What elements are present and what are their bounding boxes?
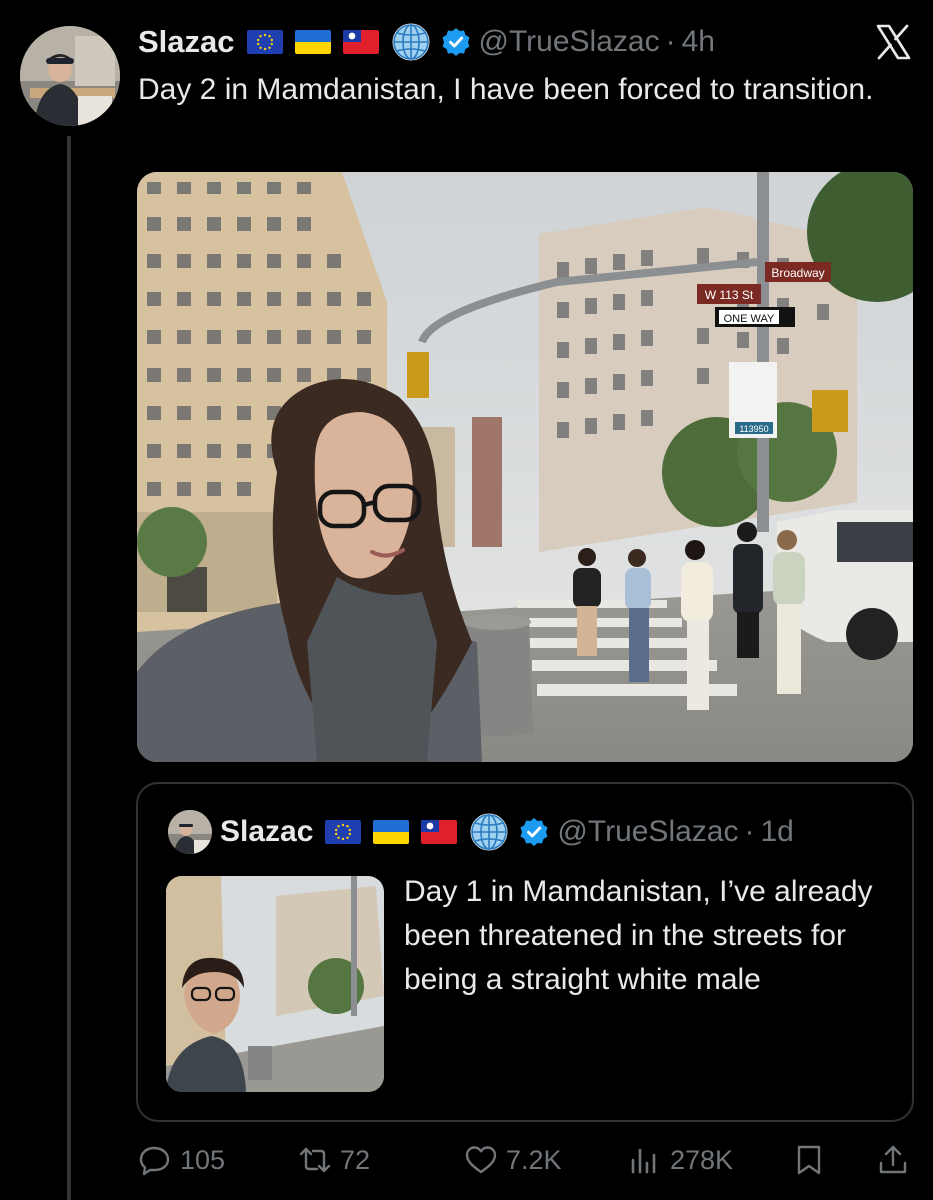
verified-badge-icon[interactable] xyxy=(519,817,549,847)
tweet-header: Slazac @TrueSlazac · 4h xyxy=(138,22,715,62)
views-count: 278K xyxy=(670,1144,734,1175)
globe-icon xyxy=(391,22,431,62)
post-time[interactable]: 4h xyxy=(682,25,715,59)
like-count: 7.2K xyxy=(506,1144,562,1175)
bookmark-icon xyxy=(797,1145,821,1175)
street-sign-text: W 113 St xyxy=(705,288,754,302)
globe-icon xyxy=(469,812,509,852)
quoted-author-avatar[interactable] xyxy=(168,810,212,854)
tweet-actions: 105 72 7.2K 278K xyxy=(138,1138,918,1182)
quoted-tweet-header: Slazac @TrueSlazac · 1d xyxy=(168,810,794,854)
repost-button[interactable]: 72 xyxy=(298,1138,370,1182)
quoted-tweet-photo[interactable] xyxy=(166,876,384,1092)
pole-sign-number: 113950 xyxy=(739,424,768,434)
ukraine-flag-icon xyxy=(294,30,331,54)
views-button[interactable]: 278K xyxy=(628,1138,733,1182)
x-logo-icon[interactable] xyxy=(875,24,911,60)
tweet-text: Day 2 in Mamdanistan, I have been forced… xyxy=(138,73,874,106)
quoted-author-name[interactable]: Slazac xyxy=(220,815,313,849)
quoted-tweet-text: Day 1 in Mamdanistan, I’ve already been … xyxy=(404,875,873,996)
reply-button[interactable]: 105 xyxy=(138,1138,225,1182)
one-way-sign-text: ONE WAY xyxy=(724,313,775,325)
bookmark-button[interactable] xyxy=(792,1138,834,1182)
quoted-tweet-card[interactable]: Slazac @TrueSlazac · 1d Day 1 in Mamdani… xyxy=(136,782,914,1122)
eu-flag-icon xyxy=(246,30,283,54)
share-icon xyxy=(879,1145,907,1174)
repost-count: 72 xyxy=(340,1144,371,1175)
heart-icon xyxy=(465,1146,497,1174)
eu-flag-icon xyxy=(325,820,362,844)
taiwan-flag-icon xyxy=(421,820,458,844)
time-separator: · xyxy=(665,25,676,58)
verified-badge-icon[interactable] xyxy=(441,27,471,57)
broadway-sign-text: Broadway xyxy=(771,266,824,280)
quoted-post-time[interactable]: 1d xyxy=(760,815,793,849)
taiwan-flag-icon xyxy=(342,30,379,54)
author-name[interactable]: Slazac xyxy=(138,24,235,60)
share-button[interactable] xyxy=(876,1138,918,1182)
time-separator: · xyxy=(744,815,755,848)
quoted-author-handle[interactable]: @TrueSlazac xyxy=(557,815,738,849)
thread-line xyxy=(67,136,71,1200)
tweet-photo[interactable]: Broadway W 113 St ONE WAY 113950 xyxy=(137,172,913,762)
author-avatar[interactable] xyxy=(20,26,120,126)
reply-count: 105 xyxy=(180,1144,226,1175)
author-handle[interactable]: @TrueSlazac xyxy=(479,25,660,59)
views-chart-icon xyxy=(631,1148,656,1174)
like-button[interactable]: 7.2K xyxy=(464,1138,562,1182)
repost-icon xyxy=(299,1147,331,1173)
ukraine-flag-icon xyxy=(373,820,410,844)
reply-icon xyxy=(139,1146,170,1176)
